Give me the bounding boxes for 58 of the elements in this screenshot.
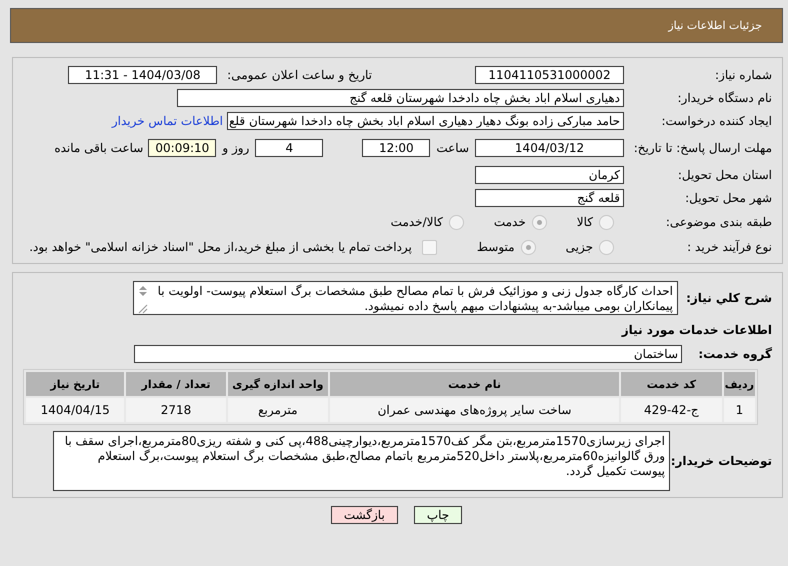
time-field: 12:00 [362, 139, 430, 157]
contact-link[interactable]: اطلاعات تماس خریدار [112, 114, 223, 128]
radio-button[interactable] [599, 214, 614, 230]
need-number-field: 1104110531000002 [475, 66, 624, 84]
radio-label: خدمت [494, 215, 526, 229]
description-field: احداث کارگاه جدول زنی و موزائیک فرش با تمام مصالح طبق مشخصات برگ استعلام پیوست- اولویت با پیمانکاران بومی میباشد-به پیشنهادات مبهم پاسخ داده نمیشود. [133, 281, 678, 315]
radio-button[interactable] [520, 240, 536, 254]
radio-button[interactable] [599, 240, 614, 254]
field-label: شماره نیاز: [714, 68, 772, 82]
checkbox[interactable] [422, 240, 437, 254]
field-label: نام دستگاه خریدار: [676, 91, 772, 105]
payment-note: پرداخت تمام یا بخشی از مبلغ خرید،از محل "اسناد خزانه اسلامی" خواهد بود. [29, 240, 412, 254]
column-header: نام خدمت [330, 372, 619, 396]
table-cell: 1404/04/15 [26, 398, 124, 422]
announce-date-field: 1404/03/08 - 11:31 [68, 66, 218, 84]
print-button[interactable]: چاپ [414, 506, 462, 524]
radio-button[interactable] [532, 214, 547, 230]
days-field: 4 [255, 139, 324, 157]
buyer-org-field: دهیاری اسلام اباد بخش چاه دادخدا شهرستان قلعه گنج [177, 89, 624, 107]
table-cell: مترمربع [228, 398, 328, 422]
creator-field: حامد مبارکی زاده بونگ دهیار دهیاری اسلام اباد بخش چاه دادخدا شهرستان قلع [227, 112, 624, 130]
field-label: ایجاد کننده درخواست: [660, 114, 772, 128]
buyer-notes-field: اجرای زیرسازی1570مترمربع،بتن مگر کف1570مترمربع،دیوارچینی488،پی کنی و شفته ریزی80مترمربع،اجرای سقف با ورق گالوانیزه60مترمربع،پلاستر داخل520مترمربع باتمام مصالح،طبق مشخصات برگ استعلام پیوست،برگ استعلام پیوست تکمیل گردد. [53, 431, 670, 491]
field-label: توضیحات خریدار: [670, 454, 772, 468]
table-cell: ج-42-429 [620, 398, 722, 422]
field-label: طبقه بندی موضوعی: [664, 215, 772, 229]
time-label: ساعت [436, 141, 469, 155]
remaining-time-field: 00:09:10 [148, 139, 216, 157]
scroll-arrows-icon [137, 285, 149, 314]
radio-button[interactable] [448, 214, 464, 230]
radio-label: متوسط [476, 240, 515, 254]
province-field: کرمان [475, 166, 624, 184]
column-header: واحد اندازه گیری [228, 372, 328, 396]
back-button[interactable]: بازگشت [330, 506, 398, 524]
column-header: ردیف [724, 372, 755, 396]
column-header: تعداد / مقدار [126, 372, 226, 396]
field-label: مهلت ارسال پاسخ: تا تاریخ: [632, 141, 772, 155]
remaining-label: ساعت باقی مانده [54, 141, 144, 155]
city-field: قلعه گنج [475, 189, 624, 207]
table-cell: 2718 [126, 398, 226, 422]
days-label: روز و [222, 141, 250, 155]
field-label: استان محل تحویل: [676, 168, 772, 182]
field-label: شهر محل تحویل: [684, 191, 772, 205]
column-header: کد خدمت [620, 372, 722, 396]
radio-label: کالا/خدمت [390, 215, 443, 229]
section-heading: اطلاعات خدمات مورد نیاز [620, 323, 772, 337]
page-title: جزئیات اطلاعات نیاز [668, 19, 762, 32]
table-cell: ساخت سایر پروژه‌های مهندسی عمران [330, 398, 619, 422]
field-label: گروه خدمت: [697, 347, 772, 361]
field-label: نوع فرآیند خرید : [686, 240, 772, 254]
radio-label: کالا [576, 215, 593, 229]
field-label: شرح کلي نياز: [685, 291, 772, 305]
column-header: تاریخ نیاز [26, 372, 124, 396]
table-cell: 1 [724, 398, 755, 422]
service-group-field: ساختمان [134, 345, 682, 363]
deadline-date-field: 1404/03/12 [475, 139, 624, 157]
field-label: تاریخ و ساعت اعلان عمومی: [227, 68, 372, 82]
radio-label: جزیی [566, 240, 593, 254]
